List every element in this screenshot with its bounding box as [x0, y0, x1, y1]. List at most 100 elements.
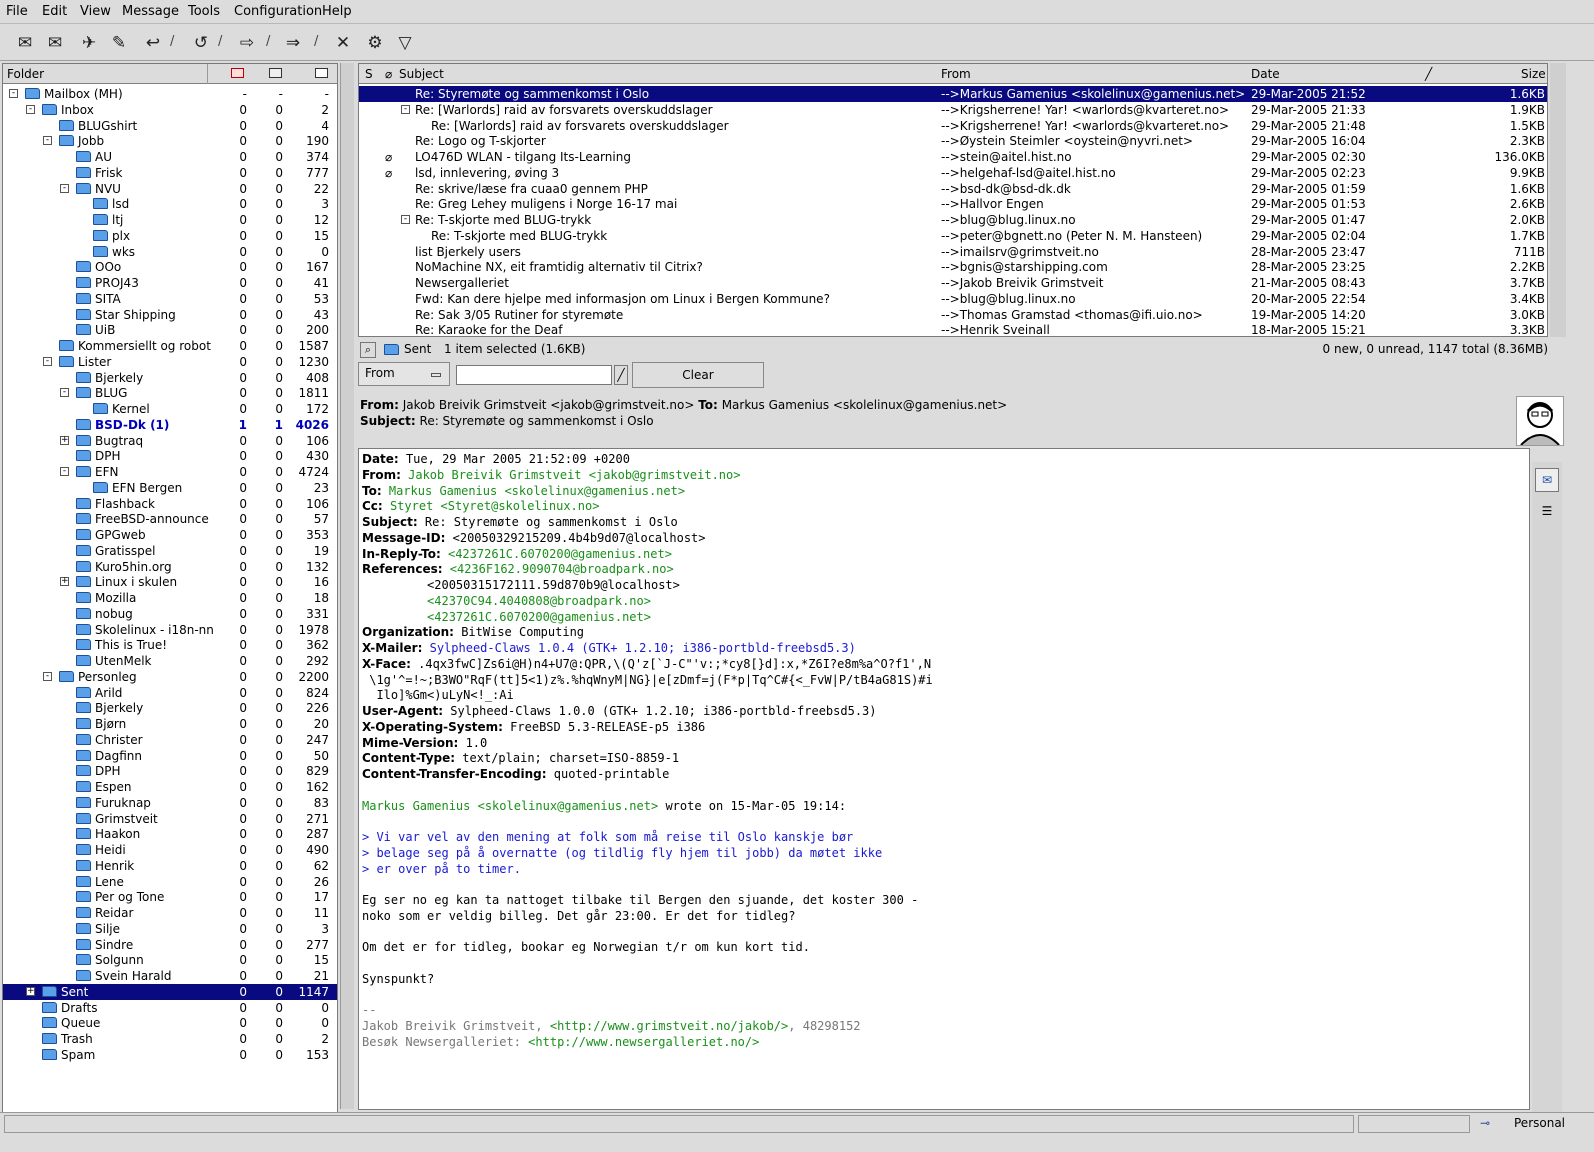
- folder-tree[interactable]: Folder - Mailbox (MH) - - - - Inbox 0 0 2 BLUGshir…: [2, 63, 338, 1127]
- expander-icon[interactable]: -: [60, 467, 69, 476]
- expander-icon[interactable]: +: [26, 986, 35, 996]
- body-text[interactable]: Styret <Styret@skolelinux.no>: [383, 499, 600, 513]
- message-row[interactable]: Re: Styremøte og sammenkomst i Oslo -->Ma…: [359, 86, 1547, 102]
- folder-row[interactable]: Flashback 0 0 106: [3, 496, 337, 512]
- expander-icon[interactable]: +: [60, 577, 69, 587]
- body-text[interactable]: Markus Gamenius <skolelinux@gamenius.net…: [362, 799, 658, 813]
- folder-row[interactable]: UtenMelk 0 0 292: [3, 653, 337, 669]
- menu-message[interactable]: Message: [122, 4, 179, 19]
- folder-row[interactable]: wks 0 0 0: [3, 244, 337, 260]
- expander-icon[interactable]: -: [60, 388, 69, 398]
- folder-row[interactable]: Furuknap 0 0 83: [3, 795, 337, 811]
- folder-row[interactable]: Espen 0 0 162: [3, 779, 337, 795]
- compose-icon[interactable]: ✎: [106, 31, 132, 55]
- next-icon[interactable]: ⇒: [280, 31, 306, 55]
- folder-row[interactable]: Kommersiellt og robot 0 0 1587: [3, 338, 337, 354]
- thread-expander-icon[interactable]: -: [401, 104, 410, 114]
- folder-row[interactable]: + Sent 0 0 1147: [3, 983, 337, 1000]
- col-subject[interactable]: Subject: [399, 67, 444, 81]
- folder-row[interactable]: Per og Tone 0 0 17: [3, 889, 337, 905]
- body-text[interactable]: Markus Gamenius <skolelinux@gamenius.net…: [382, 484, 685, 498]
- reply-icon[interactable]: ↩: [140, 31, 166, 55]
- folder-row[interactable]: DPH 0 0 829: [3, 763, 337, 779]
- search-input[interactable]: [456, 365, 612, 385]
- folder-row[interactable]: Solgunn 0 0 15: [3, 952, 337, 968]
- message-row[interactable]: ⌀ lsd, innlevering, øving 3 -->helgehaf-ls…: [359, 165, 1547, 181]
- folder-row[interactable]: Reidar 0 0 11: [3, 905, 337, 921]
- expander-icon[interactable]: -: [9, 89, 18, 98]
- menu-edit[interactable]: Edit: [42, 4, 67, 19]
- folder-row[interactable]: OOo 0 0 167: [3, 259, 337, 275]
- message-row[interactable]: Re: T-skjorte med BLUG-trykk -->peter@bgn…: [359, 228, 1547, 244]
- menu-view[interactable]: View: [80, 4, 111, 19]
- expander-icon[interactable]: +: [60, 435, 69, 445]
- folder-row[interactable]: Christer 0 0 247: [3, 732, 337, 748]
- folder-row[interactable]: - Mailbox (MH) - - -: [3, 86, 337, 102]
- folder-row[interactable]: Star Shipping 0 0 43: [3, 307, 337, 323]
- send-icon[interactable]: ✈: [76, 31, 102, 55]
- search-options-button[interactable]: ╱: [614, 365, 628, 385]
- folder-row[interactable]: + Bugtraq 0 0 106: [3, 433, 337, 449]
- body-link[interactable]: <http://www.grimstveit.no/jakob/>: [550, 1019, 788, 1033]
- body-text[interactable]: <42370C94.4040808@broadpark.no>: [362, 594, 651, 608]
- folder-row[interactable]: Queue 0 0 0: [3, 1015, 337, 1031]
- message-list-header[interactable]: S ⌀ Subject From Date ╱ Size: [359, 64, 1547, 84]
- body-text[interactable]: <4237261C.6070200@gamenius.net>: [441, 547, 672, 561]
- folder-row[interactable]: BLUGshirt 0 0 4: [3, 118, 337, 134]
- folder-row[interactable]: Drafts 0 0 0: [3, 1000, 337, 1016]
- get-mail-icon[interactable]: ✉: [12, 31, 38, 55]
- message-row[interactable]: Re: Greg Lehey muligens i Norge 16-17 ma…: [359, 196, 1547, 212]
- folder-row[interactable]: Grimstveit 0 0 271: [3, 811, 337, 827]
- body-text[interactable]: Jakob Breivik Grimstveit <jakob@grimstve…: [401, 468, 740, 482]
- folder-row[interactable]: FreeBSD-announce 0 0 57: [3, 511, 337, 527]
- folder-row[interactable]: Kernel 0 0 172: [3, 401, 337, 417]
- folder-row[interactable]: - Inbox 0 0 2: [3, 102, 337, 118]
- message-row[interactable]: list Bjerkely users -->imailsrv@grimstvei…: [359, 244, 1547, 260]
- text-view-icon[interactable]: ☰: [1535, 500, 1559, 524]
- message-row[interactable]: Re: Sak 3/05 Rutiner for styremøte -->Tho…: [359, 307, 1547, 323]
- folder-row[interactable]: Dagfinn 0 0 50: [3, 748, 337, 764]
- folder-row[interactable]: - Jobb 0 0 190: [3, 133, 337, 149]
- folder-row[interactable]: Kuro5hin.org 0 0 132: [3, 559, 337, 575]
- folder-row[interactable]: Haakon 0 0 287: [3, 826, 337, 842]
- folder-row[interactable]: EFN Bergen 0 0 23: [3, 480, 337, 496]
- folder-row[interactable]: Henrik 0 0 62: [3, 858, 337, 874]
- message-list[interactable]: S ⌀ Subject From Date ╱ Size Re: Styremø…: [358, 63, 1548, 337]
- folder-row[interactable]: UiB 0 0 200: [3, 322, 337, 338]
- folder-row[interactable]: Lene 0 0 26: [3, 874, 337, 890]
- folder-row[interactable]: Arild 0 0 824: [3, 685, 337, 701]
- folder-row[interactable]: Gratisspel 0 0 19: [3, 543, 337, 559]
- menu-tools[interactable]: Tools: [188, 4, 220, 19]
- folder-row[interactable]: Mozilla 0 0 18: [3, 590, 337, 606]
- folder-row[interactable]: This is True! 0 0 362: [3, 637, 337, 653]
- folder-row[interactable]: BSD-Dk (1) 1 1 4026: [3, 417, 337, 433]
- body-text[interactable]: <4237261C.6070200@gamenius.net>: [362, 610, 651, 624]
- folder-scrollbar[interactable]: [340, 63, 354, 1109]
- message-row[interactable]: ⌀ LO476D WLAN - tilgang Its-Learning -->st…: [359, 149, 1547, 165]
- message-body[interactable]: Date: Tue, 29 Mar 2005 21:52:09 +0200 Fro…: [358, 448, 1530, 1110]
- message-row[interactable]: Re: skrive/læse fra cuaa0 gennem PHP -->b…: [359, 181, 1547, 197]
- menu-file[interactable]: File: [6, 4, 28, 19]
- body-link[interactable]: <http://www.newsergalleriet.no/>: [528, 1035, 759, 1049]
- col-status[interactable]: S: [365, 67, 373, 81]
- folder-row[interactable]: Trash 0 0 2: [3, 1031, 337, 1047]
- folder-row[interactable]: - Lister 0 0 1230: [3, 354, 337, 370]
- forward-icon[interactable]: ⇨: [234, 31, 260, 55]
- folder-row[interactable]: Svein Harald 0 0 21: [3, 968, 337, 984]
- folder-row[interactable]: GPGweb 0 0 353: [3, 527, 337, 543]
- search-icon[interactable]: ⌕: [360, 342, 376, 358]
- col-size[interactable]: Size: [1521, 67, 1546, 81]
- folder-row[interactable]: Frisk 0 0 777: [3, 165, 337, 181]
- folder-row[interactable]: plx 0 0 15: [3, 228, 337, 244]
- reply-all-icon[interactable]: ↺: [188, 31, 214, 55]
- expander-icon[interactable]: -: [26, 104, 35, 114]
- folder-row[interactable]: Bjerkely 0 0 226: [3, 700, 337, 716]
- get-all-icon[interactable]: ✉: [42, 31, 68, 55]
- message-row[interactable]: - Re: T-skjorte med BLUG-trykk -->blug@blu…: [359, 212, 1547, 228]
- message-row[interactable]: Newsergalleriet -->Jakob Breivik Grimstve…: [359, 275, 1547, 291]
- folder-row[interactable]: PROJ43 0 0 41: [3, 275, 337, 291]
- execute-icon[interactable]: ⚙: [362, 31, 388, 55]
- message-row[interactable]: NoMachine NX, eit framtidig alternativ t…: [359, 259, 1547, 275]
- expander-icon[interactable]: -: [43, 671, 52, 681]
- folder-row[interactable]: ltj 0 0 12: [3, 212, 337, 228]
